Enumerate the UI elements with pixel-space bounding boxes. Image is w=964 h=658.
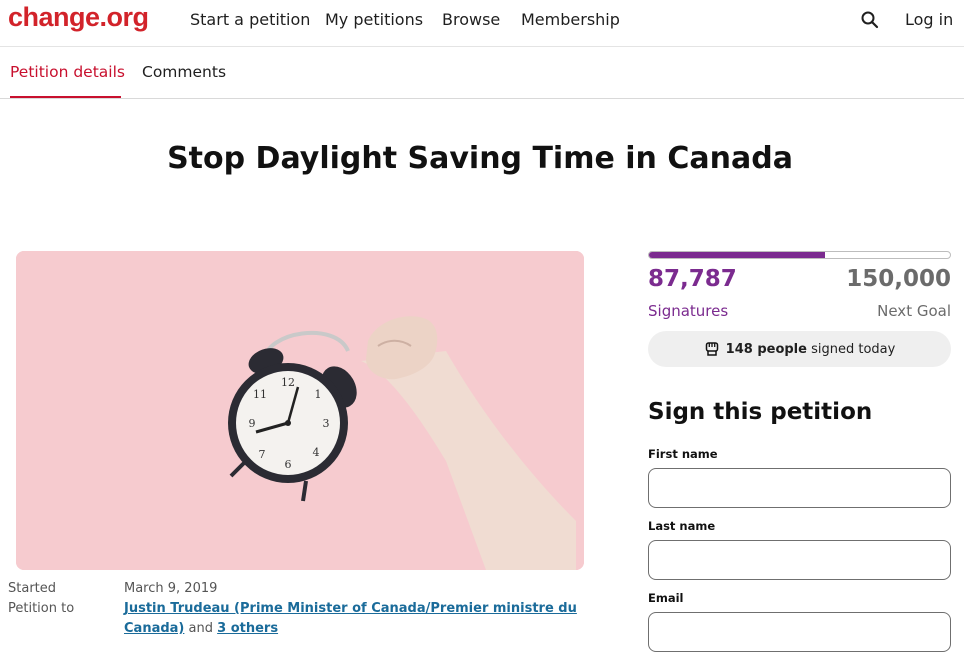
change-org-logo[interactable]: change.org	[8, 2, 149, 33]
signed-today-pill: 148 people signed today	[648, 331, 951, 367]
svg-text:12: 12	[281, 376, 295, 389]
email-field[interactable]	[648, 612, 951, 652]
signature-progress-bar	[648, 251, 951, 259]
alarm-clock-photo: 12 1 3 4 6 7 9 11	[16, 251, 584, 570]
and-text: and	[188, 621, 213, 636]
target-link-cont[interactable]: Canada)	[124, 621, 184, 636]
others-link[interactable]: 3 others	[217, 621, 278, 636]
petition-tabs: Petition details Comments	[0, 48, 964, 99]
svg-text:9: 9	[249, 417, 256, 430]
nav-membership[interactable]: Membership	[521, 10, 620, 29]
started-date: March 9, 2019	[124, 581, 218, 596]
next-goal-label: Next Goal	[877, 302, 951, 320]
top-navigation: change.org Start a petition My petitions…	[0, 0, 964, 47]
first-name-label: First name	[648, 447, 718, 461]
petition-image: 12 1 3 4 6 7 9 11	[16, 251, 584, 570]
svg-text:11: 11	[253, 388, 267, 401]
started-label: Started	[8, 581, 57, 596]
tab-petition-details[interactable]: Petition details	[10, 63, 125, 81]
svg-text:7: 7	[259, 448, 266, 461]
signed-today-count: 148 people	[725, 341, 807, 357]
svg-text:6: 6	[285, 458, 292, 471]
first-name-field[interactable]	[648, 468, 951, 508]
target-link[interactable]: Justin Trudeau (Prime Minister of Canada…	[124, 601, 577, 616]
last-name-field[interactable]	[648, 540, 951, 580]
progress-fill	[649, 252, 826, 258]
nav-my-petitions[interactable]: My petitions	[325, 10, 423, 29]
email-label: Email	[648, 591, 684, 605]
petition-to-label: Petition to	[8, 601, 75, 616]
signed-today-suffix: signed today	[811, 341, 896, 357]
petition-title: Stop Daylight Saving Time in Canada	[167, 141, 793, 176]
search-icon[interactable]	[860, 10, 880, 30]
sign-petition-heading: Sign this petition	[648, 399, 873, 425]
goal-count: 150,000	[846, 266, 951, 292]
login-link[interactable]: Log in	[905, 10, 953, 29]
petition-target-line2: Canada) and 3 others	[124, 621, 278, 636]
petition-target-line1: Justin Trudeau (Prime Minister of Canada…	[124, 601, 577, 616]
svg-text:1: 1	[315, 388, 322, 401]
signatures-label: Signatures	[648, 302, 729, 320]
svg-text:4: 4	[313, 446, 320, 459]
raised-fist-icon	[705, 342, 718, 356]
last-name-label: Last name	[648, 519, 716, 533]
nav-start-petition[interactable]: Start a petition	[190, 10, 310, 29]
nav-browse[interactable]: Browse	[442, 10, 500, 29]
active-tab-indicator	[10, 96, 121, 98]
svg-text:3: 3	[323, 417, 330, 430]
tab-comments[interactable]: Comments	[142, 63, 226, 81]
signature-count: 87,787	[648, 266, 737, 292]
